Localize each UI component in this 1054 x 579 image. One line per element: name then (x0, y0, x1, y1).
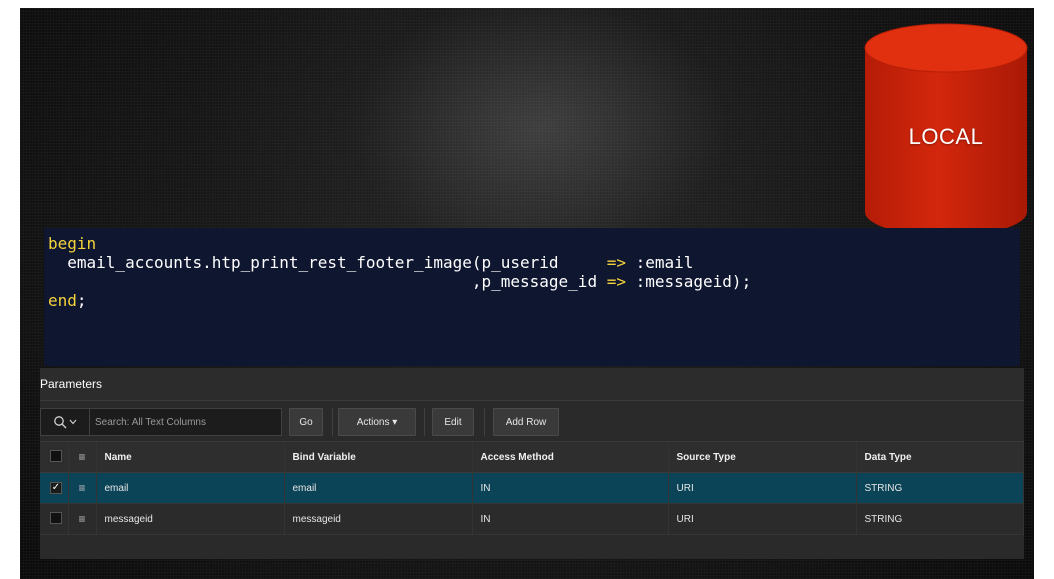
cell-name[interactable]: email (96, 472, 285, 504)
cell-name[interactable]: messageid (96, 503, 285, 535)
actions-button[interactable]: Actions ▾ (338, 408, 416, 436)
select-all-header[interactable] (40, 442, 69, 473)
slide-background: LOCAL begin email_accounts.htp_print_res… (20, 8, 1034, 579)
select-all-checkbox[interactable] (50, 449, 62, 462)
cell-access-method[interactable]: IN (472, 472, 669, 504)
column-header-data-type[interactable]: Data Type (856, 442, 1024, 473)
parameters-table: ≡ Name Bind Variable Access Method Sourc… (40, 442, 1024, 535)
panel-title: Parameters (40, 368, 1024, 401)
cylinder-label: LOCAL (908, 124, 984, 149)
column-header-name[interactable]: Name (96, 442, 285, 473)
cell-bind-variable[interactable]: email (284, 472, 473, 504)
search-input[interactable] (91, 409, 287, 435)
code-line-call: email_accounts.htp_print_rest_footer_ima… (48, 253, 607, 272)
report-toolbar: Go Actions ▾ Edit Add Row (40, 401, 1024, 442)
add-row-button[interactable]: Add Row (493, 408, 559, 436)
row-menu-header: ≡ (68, 442, 97, 473)
row-menu-icon[interactable]: ≡ (78, 512, 85, 526)
row-menu-cell[interactable]: ≡ (68, 472, 97, 504)
code-arrow-operator: => (606, 272, 626, 291)
parameters-panel: Parameters Go Actions ▾ Edit (40, 368, 1024, 559)
search-icon (54, 416, 67, 429)
toolbar-divider (484, 408, 485, 436)
row-select-cell[interactable] (40, 503, 69, 535)
table-row[interactable]: ✓ ≡ email email IN URI STRING (40, 472, 1024, 504)
search-column-selector[interactable] (41, 409, 90, 435)
toolbar-divider (332, 408, 333, 436)
chevron-down-icon (69, 419, 77, 425)
toolbar-divider (424, 408, 425, 436)
table-header-row: ≡ Name Bind Variable Access Method Sourc… (40, 442, 1024, 473)
code-keyword-end: end (48, 291, 77, 310)
row-menu-icon[interactable]: ≡ (78, 481, 85, 495)
edit-button[interactable]: Edit (432, 408, 474, 436)
cell-access-method[interactable]: IN (472, 503, 669, 535)
cell-source-type[interactable]: URI (668, 503, 857, 535)
column-header-source-type[interactable]: Source Type (668, 442, 857, 473)
code-block: begin email_accounts.htp_print_rest_foot… (44, 228, 1020, 366)
table-row[interactable]: ≡ messageid messageid IN URI STRING (40, 503, 1024, 535)
code-bind-email: :email (625, 253, 694, 272)
search-box (40, 408, 287, 436)
cell-data-type[interactable]: STRING (856, 472, 1024, 504)
cell-source-type[interactable]: URI (668, 472, 857, 504)
column-header-bind-variable[interactable]: Bind Variable (284, 442, 473, 473)
cell-bind-variable[interactable]: messageid (284, 503, 473, 535)
panel-title-text: Parameters (40, 377, 103, 391)
cell-data-type[interactable]: STRING (856, 503, 1024, 535)
go-button[interactable]: Go (289, 408, 323, 436)
database-cylinder-icon: LOCAL (863, 22, 1029, 240)
code-semicolon: ; (76, 291, 87, 310)
row-checkbox[interactable] (50, 511, 62, 524)
code-line-param: ,p_message_id (48, 272, 607, 291)
menu-lines-icon: ≡ (78, 450, 86, 464)
code-arrow-operator: => (606, 253, 626, 272)
row-checkbox-checked[interactable]: ✓ (50, 482, 62, 494)
row-menu-cell[interactable]: ≡ (68, 503, 97, 535)
column-header-access-method[interactable]: Access Method (472, 442, 669, 473)
code-bind-messageid: :messageid); (625, 272, 752, 291)
code-keyword-begin: begin (48, 234, 97, 253)
row-select-cell[interactable]: ✓ (40, 472, 69, 504)
